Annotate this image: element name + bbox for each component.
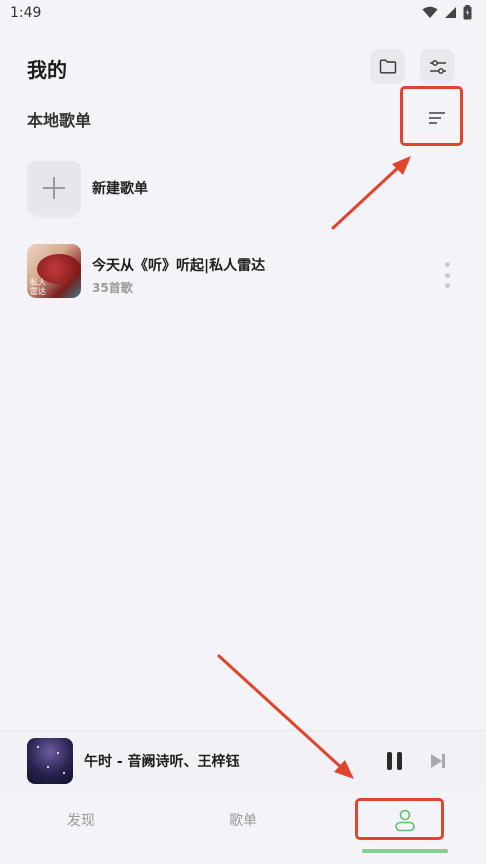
page-title: 我的	[27, 58, 67, 82]
tab-playlists[interactable]: 歌单	[229, 810, 257, 830]
folder-button[interactable]	[370, 49, 405, 84]
signal-icon	[445, 7, 456, 18]
battery-icon	[463, 5, 472, 20]
pause-icon	[386, 752, 392, 770]
active-tab-indicator	[362, 849, 448, 853]
now-playing-cover	[27, 738, 73, 784]
next-button[interactable]	[426, 749, 450, 773]
filter-settings-button[interactable]	[420, 49, 455, 84]
mini-player[interactable]: 午时 - 音阙诗听、王梓钰	[0, 730, 486, 790]
plus-icon	[43, 177, 65, 199]
new-playlist-label: 新建歌单	[92, 181, 148, 197]
playlist-song-count: 35首歌	[92, 281, 133, 295]
pause-button[interactable]	[382, 749, 406, 773]
more-icon[interactable]	[437, 262, 457, 288]
wifi-icon	[422, 6, 438, 18]
cover-tag: 私人雷达	[30, 278, 46, 296]
folder-icon	[379, 59, 396, 74]
status-bar: 1:49	[0, 0, 486, 30]
filter-icon	[429, 59, 446, 74]
status-icons	[422, 5, 472, 20]
annotation-box-tab	[355, 798, 444, 840]
tab-discover[interactable]: 发现	[67, 810, 95, 830]
section-title: 本地歌单	[27, 111, 92, 130]
playlist-cover: 私人雷达	[27, 244, 81, 298]
status-time: 1:49	[10, 5, 42, 21]
annotation-box-sort	[400, 86, 463, 146]
now-playing-title: 午时 - 音阙诗听、王梓钰	[84, 754, 240, 770]
playlist-name: 今天从《听》听起|私人雷达	[92, 258, 266, 274]
playlist-item[interactable]: 私人雷达 今天从《听》听起|私人雷达 35首歌	[27, 244, 459, 304]
next-icon	[431, 754, 445, 768]
new-playlist-row[interactable]: 新建歌单	[27, 158, 427, 219]
new-playlist-cover	[27, 161, 81, 219]
